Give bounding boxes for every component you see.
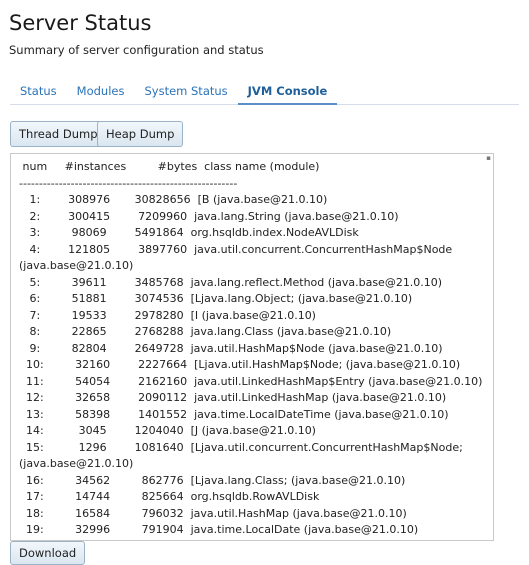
console-line: 6: 51881 3074536 [Ljava.lang.Object; (ja… <box>19 292 413 305</box>
console-line: 4: 121805 3897760 java.util.concurrent.C… <box>19 242 453 256</box>
tab-modules[interactable]: Modules <box>67 80 135 103</box>
tab-system-status[interactable]: System Status <box>134 80 237 103</box>
console-line: 19: 32996 791904 java.time.LocalDate (ja… <box>19 523 419 536</box>
page-subtitle: Summary of server configuration and stat… <box>9 43 264 57</box>
console-line: 17: 14744 825664 org.hsqldb.RowAVLDisk <box>19 490 320 503</box>
console-line: 8: 22865 2768288 java.lang.Class (java.b… <box>19 325 392 338</box>
console-line: 9: 82804 2649728 java.util.HashMap$Node … <box>19 341 443 355</box>
console-line: 11: 54054 2162160 java.util.LinkedHashMa… <box>19 374 483 388</box>
console-line: 10: 32160 2227664 [Ljava.util.HashMap$No… <box>19 358 461 371</box>
resize-handle-icon[interactable]: ▪ <box>486 154 491 162</box>
console-line: 2: 300415 7209960 java.lang.String (java… <box>19 209 399 223</box>
console-line: 12: 32658 2090112 java.util.LinkedHashMa… <box>19 391 447 404</box>
page-title: Server Status <box>9 11 152 35</box>
heap-dump-button[interactable]: Heap Dump <box>97 121 184 147</box>
download-button[interactable]: Download <box>10 541 86 565</box>
console-line: 15: 1296 1081640 [Ljava.util.concurrent.… <box>19 440 463 454</box>
console-line: 7: 19533 2978280 [I (java.base@21.0.10) <box>19 308 316 322</box>
tab-bar: Status Modules System Status JVM Console <box>10 80 519 105</box>
tab-status[interactable]: Status <box>10 80 67 103</box>
console-line: 13: 58398 1401552 java.time.LocalDateTim… <box>19 407 449 421</box>
console-line: 16: 34562 862776 [Ljava.lang.Class; (jav… <box>19 473 406 487</box>
thread-dump-button[interactable]: Thread Dump <box>10 121 107 147</box>
console-line: ----------------------------------------… <box>19 176 238 190</box>
console-text: num #instances #bytes class name (module… <box>11 154 493 539</box>
jvm-console-output[interactable]: ▪ num #instances #bytes class name (modu… <box>10 153 494 541</box>
console-line: 14: 3045 1204040 [J (java.base@21.0.10) <box>19 424 316 437</box>
console-line: 1: 308976 30828656 [B (java.base@21.0.10… <box>19 193 328 206</box>
console-line: 18: 16584 796032 java.util.HashMap (java… <box>19 506 407 520</box>
tab-jvm-console[interactable]: JVM Console <box>237 80 338 105</box>
console-line: num #instances #bytes class name (module… <box>19 160 320 173</box>
console-line: 3: 98069 5491864 org.hsqldb.index.NodeAV… <box>19 226 359 239</box>
console-line: (java.base@21.0.10) <box>19 457 134 470</box>
console-line: 5: 39611 3485768 java.lang.reflect.Metho… <box>19 275 443 289</box>
console-line: (java.base@21.0.10) <box>19 259 134 272</box>
